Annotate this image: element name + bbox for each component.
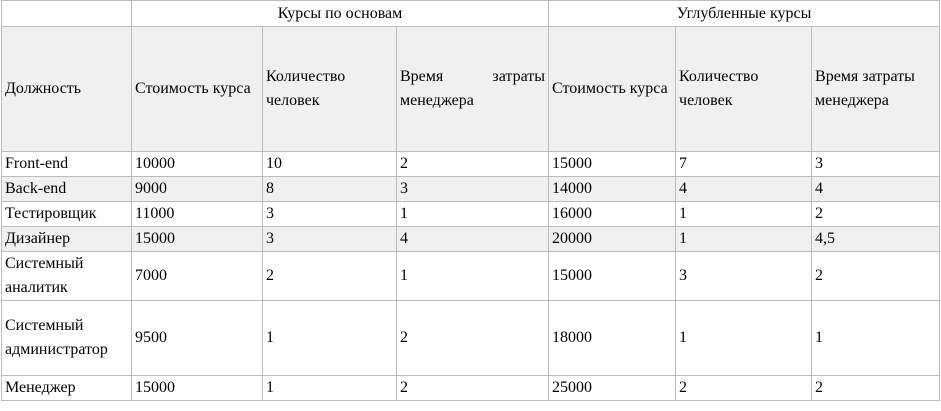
cell-position: Front-end bbox=[1, 151, 132, 177]
cell-position: Тестировщик bbox=[1, 201, 132, 227]
cell-basic-cost: 10000 bbox=[131, 151, 263, 177]
table-row: Front-end 10000 10 2 15000 7 3 bbox=[1, 151, 941, 177]
cell-advanced-cost: 15000 bbox=[548, 251, 677, 301]
courses-table: Курсы по основам Углубленные курсы Должн… bbox=[1, 0, 941, 401]
table-row: Back-end 9000 8 3 14000 4 4 bbox=[1, 176, 941, 202]
header-position: Должность bbox=[1, 26, 132, 152]
cell-advanced-count: 1 bbox=[675, 201, 813, 227]
header-advanced-courses: Углубленные курсы bbox=[548, 0, 941, 27]
header-advanced-time: Время затраты менеджера bbox=[811, 26, 941, 152]
cell-basic-count: 3 bbox=[262, 226, 397, 252]
cell-basic-count: 1 bbox=[262, 375, 397, 401]
cell-basic-cost: 15000 bbox=[131, 226, 263, 252]
cell-advanced-count: 2 bbox=[675, 375, 813, 401]
cell-advanced-time: 4,5 bbox=[811, 226, 941, 252]
header-advanced-count: Количество человек bbox=[675, 26, 813, 152]
cell-advanced-cost: 20000 bbox=[548, 226, 677, 252]
header-column-row: Должность Стоимость курса Количество чел… bbox=[1, 26, 941, 152]
cell-basic-time: 2 bbox=[395, 151, 550, 177]
header-advanced-cost: Стоимость курса bbox=[548, 26, 677, 152]
header-basic-time: Время затраты менеджера bbox=[395, 26, 550, 152]
cell-basic-cost: 11000 bbox=[131, 201, 263, 227]
cell-advanced-time: 2 bbox=[811, 375, 941, 401]
header-group-row: Курсы по основам Углубленные курсы bbox=[1, 0, 941, 27]
cell-advanced-count: 1 bbox=[675, 226, 813, 252]
cell-advanced-time: 3 bbox=[811, 151, 941, 177]
header-basic-courses: Курсы по основам bbox=[130, 0, 550, 27]
header-basic-cost: Стоимость курса bbox=[131, 26, 263, 152]
cell-basic-time: 3 bbox=[395, 176, 550, 202]
header-corner-cell bbox=[1, 0, 132, 27]
table-row: Системный аналитик 7000 2 1 15000 3 2 bbox=[1, 251, 941, 301]
cell-basic-cost: 9500 bbox=[131, 300, 263, 376]
cell-advanced-time: 2 bbox=[811, 201, 941, 227]
cell-basic-time: 4 bbox=[395, 226, 550, 252]
cell-advanced-cost: 14000 bbox=[548, 176, 677, 202]
cell-position: Back-end bbox=[1, 176, 132, 202]
cell-basic-count: 3 bbox=[262, 201, 397, 227]
cell-position: Системный администратор bbox=[1, 300, 132, 376]
cell-basic-count: 2 bbox=[262, 251, 397, 301]
header-basic-count: Количество человек bbox=[262, 26, 397, 152]
cell-basic-time: 2 bbox=[395, 375, 550, 401]
cell-advanced-time: 4 bbox=[811, 176, 941, 202]
cell-advanced-count: 4 bbox=[675, 176, 813, 202]
table-row: Системный администратор 9500 1 2 18000 1… bbox=[1, 300, 941, 376]
cell-advanced-cost: 15000 bbox=[548, 151, 677, 177]
cell-basic-cost: 7000 bbox=[131, 251, 263, 301]
table-row: Дизайнер 15000 3 4 20000 1 4,5 bbox=[1, 226, 941, 252]
cell-basic-count: 1 bbox=[262, 300, 397, 376]
table-row: Тестировщик 11000 3 1 16000 1 2 bbox=[1, 201, 941, 227]
cell-basic-count: 8 bbox=[262, 176, 397, 202]
cell-position: Менеджер bbox=[1, 375, 132, 401]
cell-basic-time: 1 bbox=[395, 251, 550, 301]
cell-advanced-cost: 18000 bbox=[548, 300, 677, 376]
cell-basic-cost: 15000 bbox=[131, 375, 263, 401]
cell-advanced-time: 2 bbox=[811, 251, 941, 301]
cell-position: Системный аналитик bbox=[1, 251, 132, 301]
cell-advanced-count: 7 bbox=[675, 151, 813, 177]
cell-basic-time: 1 bbox=[395, 201, 550, 227]
cell-basic-time: 2 bbox=[395, 300, 550, 376]
cell-basic-cost: 9000 bbox=[131, 176, 263, 202]
cell-advanced-time: 1 bbox=[811, 300, 941, 376]
cell-position: Дизайнер bbox=[1, 226, 132, 252]
cell-basic-count: 10 bbox=[262, 151, 397, 177]
table-row: Менеджер 15000 1 2 25000 2 2 bbox=[1, 375, 941, 401]
cell-advanced-count: 3 bbox=[675, 251, 813, 301]
cell-advanced-count: 1 bbox=[675, 300, 813, 376]
cell-advanced-cost: 25000 bbox=[548, 375, 677, 401]
cell-advanced-cost: 16000 bbox=[548, 201, 677, 227]
